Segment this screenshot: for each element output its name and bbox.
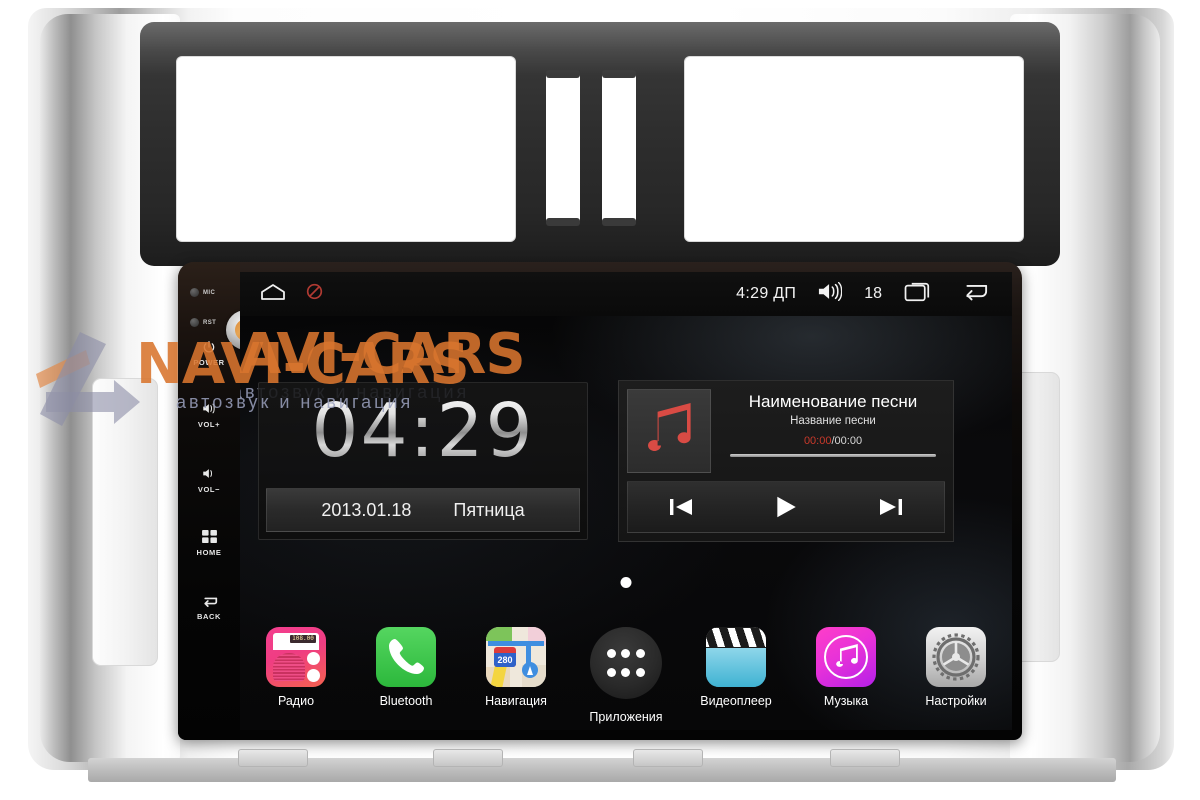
- reset-label: RST: [203, 320, 217, 326]
- grid-icon: [178, 530, 240, 547]
- dock-item-apps[interactable]: Приложения: [583, 627, 669, 724]
- volume-icon: [178, 402, 240, 419]
- media-controls: [627, 481, 945, 533]
- air-vent-bezel: [140, 22, 1060, 266]
- recent-apps-icon[interactable]: [904, 281, 936, 308]
- no-entry-icon[interactable]: [306, 283, 323, 305]
- dock-item-navigation[interactable]: 280 Навигация: [473, 627, 559, 708]
- volume-icon[interactable]: [818, 281, 843, 306]
- volume-up-key[interactable]: VOL+: [178, 402, 240, 429]
- dock-label-video: Видеоплеер: [700, 694, 772, 708]
- previous-track-button[interactable]: [668, 496, 694, 518]
- left-blank-panel: [92, 378, 158, 666]
- home-key[interactable]: HOME: [178, 530, 240, 557]
- volume-up-label: VOL+: [197, 420, 221, 429]
- power-key[interactable]: POWER: [178, 340, 240, 367]
- dock-item-bluetooth[interactable]: Bluetooth: [363, 627, 449, 708]
- back-key[interactable]: BACK: [178, 594, 240, 621]
- clock-weekday: Пятница: [453, 499, 525, 520]
- radio-frequency: 108.00: [290, 635, 316, 643]
- music-widget: Наименование песни Название песни 00:00/…: [618, 380, 954, 542]
- mount-tab-4: [830, 749, 900, 767]
- clock-dateline: 2013.01.18 Пятница: [266, 488, 580, 532]
- dock-item-radio[interactable]: 108.00 Радио: [253, 627, 339, 708]
- track-time-total: 00:00: [834, 435, 863, 447]
- mic-led: [190, 288, 199, 297]
- track-title: Наименование песни: [748, 392, 918, 411]
- dock-label-navigation: Навигация: [485, 694, 547, 708]
- dock-label-apps: Приложения: [589, 710, 663, 724]
- vent-slot-cap-3: [546, 218, 580, 226]
- center-vent-slot-2: [602, 72, 636, 224]
- track-time-current: 00:00: [803, 435, 832, 447]
- dock-item-video[interactable]: Видеоплеер: [693, 627, 779, 708]
- gear-icon: [926, 627, 986, 687]
- music-note-icon: [816, 627, 876, 687]
- mic-label: MIC: [203, 290, 216, 296]
- head-unit: MIC RST POWER VOL+ VOL− HOME BACK 4:29 Д…: [178, 262, 1022, 740]
- reset-led: [190, 318, 199, 327]
- page-indicator-dot[interactable]: [620, 577, 632, 588]
- track-time: 00:00/00:00: [804, 435, 862, 447]
- track-subtitle: Название песни: [790, 415, 876, 427]
- app-drawer-icon: [590, 627, 662, 699]
- clock-date: 2013.01.18: [321, 499, 412, 520]
- mount-tab-3: [633, 749, 703, 767]
- track-progress-bar[interactable]: [729, 454, 937, 457]
- home-key-label: HOME: [196, 548, 222, 557]
- dock-label-music: Музыка: [823, 694, 869, 708]
- screenshot-root: MIC RST POWER VOL+ VOL− HOME BACK 4:29 Д…: [0, 0, 1200, 800]
- dock-item-settings[interactable]: Настройки: [913, 627, 999, 708]
- clapperboard-icon: [706, 627, 766, 687]
- air-vent-left: [176, 56, 516, 242]
- dock-label-radio: Радио: [277, 694, 315, 708]
- album-art: [627, 389, 711, 473]
- volume-down-key[interactable]: VOL−: [178, 467, 240, 494]
- clock-time: 04:29: [258, 388, 588, 474]
- next-track-button[interactable]: [878, 496, 904, 518]
- volume-down-label: VOL−: [197, 485, 221, 494]
- mounting-strip: [88, 749, 1116, 782]
- home-icon[interactable]: [260, 283, 286, 306]
- volume-icon: [178, 467, 240, 484]
- volume-level: 18: [864, 285, 882, 302]
- vent-slot-cap-1: [546, 70, 580, 78]
- map-icon: 280: [486, 627, 546, 687]
- dock-label-settings: Настройки: [925, 694, 987, 708]
- navigation-route-number: 280: [494, 653, 516, 667]
- back-key-label: BACK: [196, 612, 222, 621]
- clock-widget[interactable]: 04:29 2013.01.18 Пятница: [258, 382, 588, 540]
- mount-tab-1: [238, 749, 308, 767]
- app-dock: 108.00 Радио Bluetooth 280 Навигация При…: [240, 627, 1012, 724]
- lcd-screen: 4:29 ДП 18 AVI-CARS 04:29 2013.01.18 Пят…: [240, 272, 1012, 730]
- center-vent-slot-1: [546, 72, 580, 224]
- music-note-icon: [643, 401, 695, 462]
- vent-slot-cap-2: [602, 70, 636, 78]
- air-vent-right: [684, 56, 1024, 242]
- back-arrow-icon: [178, 594, 240, 611]
- dock-item-music[interactable]: Музыка: [803, 627, 889, 708]
- play-button[interactable]: [773, 494, 799, 520]
- dock-label-bluetooth: Bluetooth: [379, 694, 433, 708]
- status-bar: 4:29 ДП 18: [240, 272, 1012, 316]
- radio-icon: 108.00: [266, 627, 326, 687]
- status-time: 4:29 ДП: [736, 285, 797, 302]
- vent-slot-cap-4: [602, 218, 636, 226]
- back-icon[interactable]: [958, 281, 988, 307]
- phone-icon: [376, 627, 436, 687]
- mount-tab-2: [433, 749, 503, 767]
- power-key-label: POWER: [193, 358, 225, 367]
